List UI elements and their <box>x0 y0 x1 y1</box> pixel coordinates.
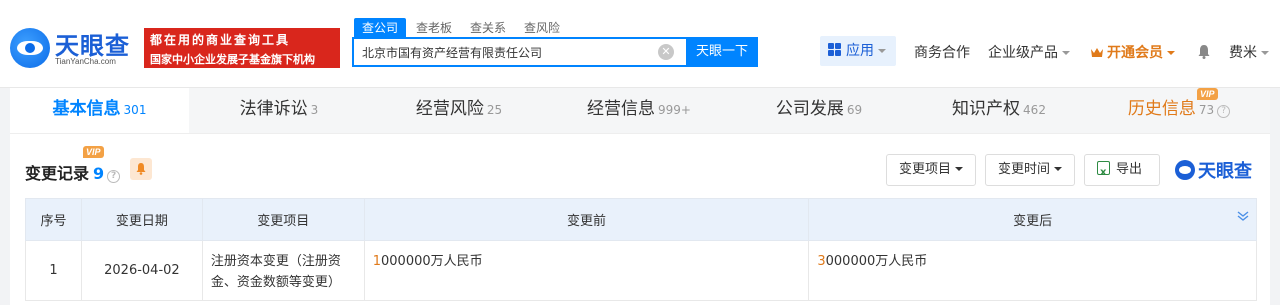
tab-count: 3 <box>310 103 319 117</box>
section-title: VIP 变更记录 9? <box>25 146 121 184</box>
enterprise-label: 企业级产品 <box>988 45 1058 61</box>
tab-operation[interactable]: 经营信息 999+ <box>549 88 729 133</box>
search-tab-company[interactable]: 查公司 <box>354 18 407 38</box>
tab-count: 999+ <box>658 103 691 117</box>
cell-after-value: 000000万人民币 <box>825 254 928 269</box>
bell-icon <box>136 163 146 175</box>
tab-count: 69 <box>846 103 863 117</box>
vip-menu[interactable]: 开通会员 <box>1090 42 1175 62</box>
eye-logo-icon <box>10 28 50 68</box>
apps-menu[interactable]: 应用 <box>820 36 896 66</box>
chevron-down-icon <box>955 167 964 171</box>
search-button[interactable]: 天眼一下 <box>686 37 758 67</box>
grid-icon <box>828 43 842 57</box>
cell-before: 1000000万人民币 <box>363 240 810 301</box>
logo-domain: TianYanCha.com <box>55 57 116 66</box>
change-item-filter[interactable]: 变更项目 <box>886 154 977 186</box>
bell-icon[interactable] <box>1197 44 1211 59</box>
tab-label: 经营风险 <box>415 99 484 119</box>
eye-logo-icon <box>1175 160 1195 180</box>
header-before: 变更前 <box>363 198 810 241</box>
change-time-filter[interactable]: 变更时间 <box>985 154 1076 186</box>
chevron-down-icon <box>1054 167 1063 171</box>
tab-development[interactable]: 公司发展 69 <box>729 88 909 133</box>
header-date: 变更日期 <box>80 198 203 241</box>
chevron-down-icon <box>1062 51 1070 55</box>
section-count: 9 <box>93 164 105 183</box>
search-tab-boss[interactable]: 查老板 <box>408 18 460 38</box>
watermark-logo: 天眼查 <box>1175 157 1252 183</box>
search-box: ✕ <box>352 37 686 67</box>
header-item: 变更项目 <box>201 198 365 241</box>
clear-icon[interactable]: ✕ <box>658 44 674 60</box>
tab-count: 301 <box>123 103 147 117</box>
tab-ip[interactable]: 知识产权 462 <box>909 88 1089 133</box>
watermark-text: 天眼查 <box>1198 161 1252 182</box>
promo-line1: 都在用的商业查询工具 <box>150 33 291 47</box>
cell-index: 1 <box>25 240 82 301</box>
cell-item: 注册资本变更（注册资金、资金数额等变更） <box>201 240 365 301</box>
main-tabs: 基本信息 301 法律诉讼 3 经营风险 25 经营信息 999+ 公司发展 69 知识产… <box>10 88 1270 134</box>
help-icon[interactable]: ? <box>1217 105 1231 118</box>
diff-highlight: 3 <box>817 254 826 269</box>
table-row: 1 2026-04-02 注册资本变更（注册资金、资金数额等变更） 100000… <box>25 240 1257 301</box>
tab-count: 25 <box>486 103 503 117</box>
top-bar: 天眼查 TianYanCha.com 都在用的商业查询工具 国家中小企业发展子基… <box>0 0 1280 88</box>
chevron-down-icon <box>1261 51 1269 55</box>
header-after: 变更后 <box>808 198 1257 241</box>
tab-count: 73 <box>1198 103 1215 117</box>
search-tab-relation[interactable]: 查关系 <box>462 18 514 38</box>
tab-count: 462 <box>1023 103 1046 117</box>
filter-label: 变更时间 <box>998 162 1051 177</box>
monitor-bell-button[interactable] <box>130 158 152 180</box>
cell-before-value: 000000万人民币 <box>381 254 483 269</box>
business-link[interactable]: 商务合作 <box>914 42 970 62</box>
tab-legal[interactable]: 法律诉讼 3 <box>189 88 369 133</box>
export-label: 导出 <box>1116 162 1143 177</box>
cell-date: 2026-04-02 <box>80 240 203 301</box>
export-button[interactable]: 导出 <box>1084 154 1160 188</box>
cell-after: 3000000万人民币 <box>808 240 1257 301</box>
promo-banner[interactable]: 都在用的商业查询工具 国家中小企业发展子基金旗下机构 <box>144 28 340 68</box>
diff-highlight: 1 <box>372 254 382 269</box>
header-index: 序号 <box>25 198 82 241</box>
search-type-tabs: 查公司 查老板 查关系 查风险 <box>354 18 570 38</box>
logo-name: 天眼查 <box>55 32 130 60</box>
user-menu[interactable]: 费米 <box>1229 42 1269 62</box>
vip-badge: VIP <box>83 146 104 158</box>
tab-label: 经营信息 <box>587 99 656 119</box>
search-tab-risk[interactable]: 查风险 <box>516 18 568 38</box>
excel-icon <box>1097 158 1110 188</box>
filter-label: 变更项目 <box>899 162 952 177</box>
crown-icon <box>1091 48 1103 57</box>
table-header-row: 序号 变更日期 变更项目 变更前 变更后 <box>25 198 1257 241</box>
tab-history[interactable]: VIP 历史信息 73? <box>1089 88 1269 133</box>
tab-label: 基本信息 <box>52 99 121 119</box>
tab-label: 历史信息 <box>1127 99 1196 119</box>
tab-label: 知识产权 <box>952 99 1021 119</box>
enterprise-menu[interactable]: 企业级产品 <box>988 42 1070 62</box>
vip-label: 开通会员 <box>1107 45 1163 61</box>
apps-label: 应用 <box>846 43 874 59</box>
tab-label: 法律诉讼 <box>239 99 308 119</box>
help-icon[interactable]: ? <box>107 170 121 183</box>
logo[interactable]: 天眼查 TianYanCha.com <box>10 26 140 70</box>
promo-line2: 国家中小企业发展子基金旗下机构 <box>150 53 315 66</box>
tab-label: 公司发展 <box>775 99 844 119</box>
vip-badge: VIP <box>1197 88 1218 100</box>
search-input[interactable] <box>354 39 644 65</box>
tab-risk[interactable]: 经营风险 25 <box>369 88 549 133</box>
change-records-table: 序号 变更日期 变更项目 变更前 变更后 1 2026-04-02 注册资本变更… <box>25 198 1257 301</box>
chevron-down-icon <box>878 49 886 53</box>
chevron-down-icon <box>1167 51 1175 55</box>
section-title-label: 变更记录 <box>25 164 90 183</box>
expand-chevron-icon[interactable] <box>1237 210 1249 222</box>
tab-basic-info[interactable]: 基本信息 301 <box>10 88 189 133</box>
user-name: 费米 <box>1229 45 1257 61</box>
